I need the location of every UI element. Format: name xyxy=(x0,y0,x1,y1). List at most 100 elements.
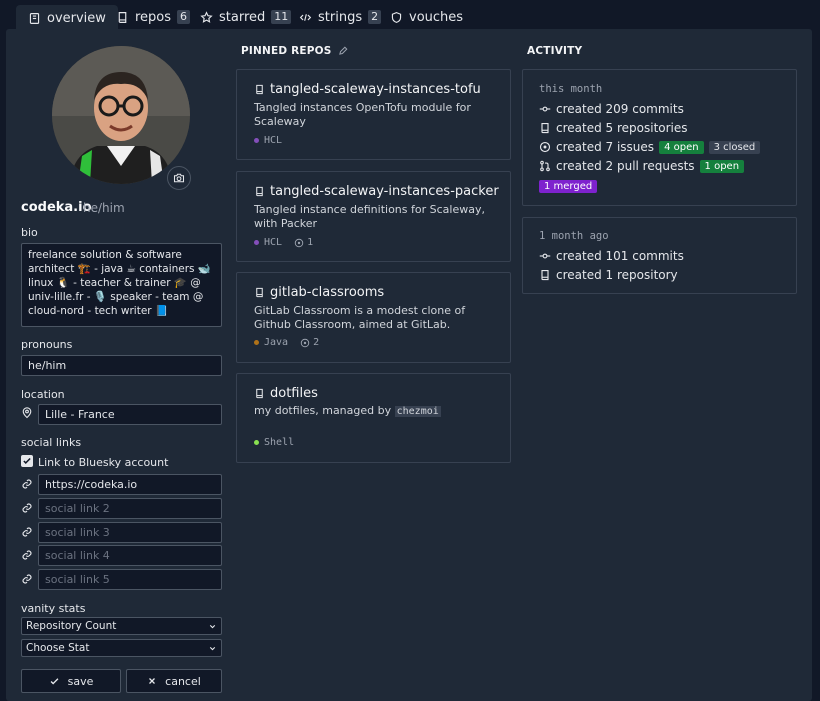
vanity-stats-label: vanity stats xyxy=(21,602,86,615)
bluesky-label: Link to Bluesky account xyxy=(38,456,169,469)
tab-label: repos xyxy=(135,9,172,25)
repo-title-link[interactable]: tangled-scaleway-instances-packer xyxy=(254,184,499,199)
link-icon xyxy=(22,574,32,584)
repo-meta: HCL 1 xyxy=(254,237,313,248)
checkmark-icon xyxy=(23,457,31,464)
check-icon xyxy=(50,677,59,685)
tab-label: strings xyxy=(318,9,363,25)
repo-name: dotfiles xyxy=(270,386,318,401)
tab-vouches[interactable]: vouches xyxy=(378,5,475,29)
book-icon xyxy=(29,13,40,24)
bluesky-checkbox[interactable] xyxy=(21,455,33,467)
pinned-repo-card: tangled-scaleway-instances-packer Tangle… xyxy=(236,171,511,262)
social-link-input[interactable]: social link 3 xyxy=(38,522,222,543)
social-link-input[interactable]: social link 4 xyxy=(38,545,222,566)
activity-pulls[interactable]: created 2 pull requests 1 open xyxy=(539,159,745,173)
repo-icon xyxy=(541,269,549,281)
activity-text: created 5 repositories xyxy=(556,121,688,135)
activity-issues[interactable]: created 7 issues 4 open 3 closed xyxy=(539,140,761,154)
select-value: Choose Stat xyxy=(26,642,90,654)
social-link-input[interactable]: social link 2 xyxy=(38,498,222,519)
activity-repos[interactable]: created 5 repositories xyxy=(539,121,688,135)
activity-commits[interactable]: created 101 commits xyxy=(539,249,684,263)
activity-pulls-merged: 1 merged xyxy=(539,180,598,193)
pinned-heading-text: PINNED REPOS xyxy=(241,45,332,57)
repo-description: my dotfiles, managed by chezmoi xyxy=(254,404,494,419)
code-icon xyxy=(299,13,312,21)
vanity-stat-select[interactable]: Repository Count xyxy=(21,617,222,635)
activity-text: created 209 commits xyxy=(556,102,684,116)
profile-handle: codeka.io xyxy=(21,200,92,215)
repo-description: Tangled instance definitions for Scalewa… xyxy=(254,203,485,230)
issues-closed-badge: 3 closed xyxy=(708,140,761,154)
bio-textarea[interactable]: freelance solution & software architect … xyxy=(21,243,222,327)
profile-pronouns: he/him xyxy=(83,201,125,215)
location-input[interactable]: Lille - France xyxy=(38,404,222,425)
avatar xyxy=(52,46,190,184)
link-icon xyxy=(22,550,32,560)
language-dot xyxy=(254,340,259,345)
activity-group: this month created 209 commits created 5… xyxy=(522,69,797,206)
activity-text: created 101 commits xyxy=(556,249,684,263)
repo-description: Tangled instances OpenTofu module for Sc… xyxy=(254,101,471,128)
repo-meta: Shell xyxy=(254,437,294,448)
language-dot xyxy=(254,440,259,445)
activity-text: created 1 repository xyxy=(556,268,678,282)
repo-language: Java xyxy=(264,337,289,348)
chevron-down-icon xyxy=(209,624,216,628)
commit-icon xyxy=(539,106,551,112)
link-icon xyxy=(22,503,32,513)
repo-name: tangled-scaleway-instances-packer xyxy=(270,184,499,199)
issue-count: 2 xyxy=(313,337,320,348)
change-avatar-button[interactable] xyxy=(167,166,191,190)
commit-icon xyxy=(539,253,551,259)
tab-label: vouches xyxy=(409,9,464,25)
activity-text: created 7 issues xyxy=(556,140,655,154)
tab-overview[interactable]: overview xyxy=(16,5,118,32)
activity-group: 1 month ago created 101 commits created … xyxy=(522,217,797,294)
tab-label: starred xyxy=(219,9,266,25)
repo-icon xyxy=(256,287,263,298)
repo-title-link[interactable]: tangled-scaleway-instances-tofu xyxy=(254,82,481,97)
activity-commits[interactable]: created 209 commits xyxy=(539,102,684,116)
repo-name: tangled-scaleway-instances-tofu xyxy=(270,82,481,97)
tab-label: overview xyxy=(47,11,106,26)
pull-request-icon xyxy=(540,160,550,172)
star-icon xyxy=(200,10,213,23)
pronouns-input[interactable]: he/him xyxy=(21,355,222,376)
tab-starred[interactable]: starred 11 xyxy=(188,5,303,29)
save-label: save xyxy=(67,674,94,688)
repo-language: HCL xyxy=(264,135,283,146)
prs-open-badge: 1 open xyxy=(699,159,745,173)
pinned-repos-heading: PINNED REPOS xyxy=(241,45,348,57)
location-label: location xyxy=(21,388,65,401)
save-button[interactable]: save xyxy=(21,669,121,693)
pinned-repo-card: tangled-scaleway-instances-tofu Tangled … xyxy=(236,69,511,160)
cancel-label: cancel xyxy=(165,674,201,688)
issue-icon xyxy=(539,141,551,153)
social-links-label: social links xyxy=(21,436,82,449)
repo-title-link[interactable]: gitlab-classrooms xyxy=(254,285,384,300)
language-dot xyxy=(254,138,259,143)
social-link-input[interactable]: social link 5 xyxy=(38,569,222,590)
camera-icon xyxy=(173,173,185,183)
vanity-stat-select[interactable]: Choose Stat xyxy=(21,639,222,657)
issues-open-badge: 4 open xyxy=(659,140,704,154)
chevron-down-icon xyxy=(209,646,216,650)
activity-period: this month xyxy=(539,83,603,95)
activity-heading: ACTIVITY xyxy=(527,45,583,57)
cancel-button[interactable]: cancel xyxy=(126,669,222,693)
repo-icon xyxy=(256,388,263,399)
repo-name: gitlab-classrooms xyxy=(270,285,385,300)
repo-description: GitLab Classroom is a modest clone of Gi… xyxy=(254,304,466,331)
shield-icon xyxy=(391,11,402,23)
prs-merged-badge: 1 merged xyxy=(539,180,598,193)
social-link-input[interactable]: https://codeka.io xyxy=(38,474,222,495)
map-pin-icon xyxy=(22,407,32,419)
issue-icon xyxy=(294,238,304,247)
language-dot xyxy=(254,240,259,245)
activity-repos[interactable]: created 1 repository xyxy=(539,268,678,282)
pencil-icon[interactable] xyxy=(338,46,348,56)
issue-count: 1 xyxy=(307,237,314,248)
repo-title-link[interactable]: dotfiles xyxy=(254,386,318,401)
